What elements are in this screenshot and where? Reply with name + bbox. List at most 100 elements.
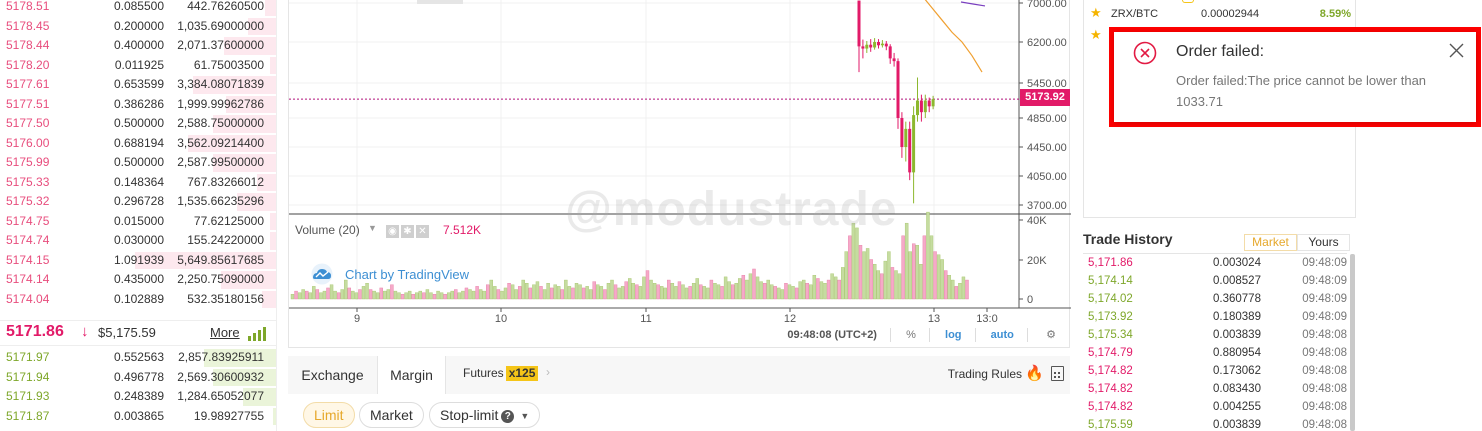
chart-canvas[interactable]: 7000.006200.005450.004850.004450.004050.… — [289, 0, 1071, 348]
market-symbol[interactable]: ZRX/BTC — [1111, 8, 1158, 20]
candle-body — [908, 128, 912, 173]
tab-margin[interactable]: Margin — [377, 356, 446, 394]
ask-row[interactable]: 5178.44 0.400000 2,071.37600000 — [0, 36, 276, 56]
volume-bar — [777, 287, 781, 300]
chevron-down-icon[interactable]: ▼ — [368, 223, 377, 233]
volume-bar — [809, 284, 813, 300]
volume-bar — [716, 284, 721, 300]
order-type-market[interactable]: Market — [359, 402, 424, 428]
candle-body — [861, 46, 865, 49]
chevron-down-icon[interactable]: ▼ — [520, 404, 529, 428]
volume-indicator-label[interactable]: Volume (20) — [295, 223, 360, 237]
ask-row[interactable]: 5174.75 0.015000 77.62125000 — [0, 212, 276, 232]
order-total: 77.62125000 — [193, 213, 264, 228]
volume-bar — [578, 284, 582, 300]
order-type-limit[interactable]: Limit — [303, 402, 355, 428]
volume-bar — [425, 289, 430, 300]
close-icon[interactable] — [1448, 42, 1465, 59]
volume-bar — [574, 283, 579, 300]
depth-bar — [270, 232, 276, 250]
scrollbar[interactable] — [1350, 254, 1355, 431]
tab-futures[interactable]: Futures x125 — [463, 366, 539, 381]
close-icon[interactable]: ✕ — [416, 225, 429, 238]
calculator-icon[interactable] — [1051, 366, 1064, 381]
auto-scale-toggle[interactable]: auto — [991, 323, 1014, 347]
volume-bar — [766, 279, 770, 300]
volume-bar — [415, 292, 419, 300]
ask-row[interactable]: 5178.51 0.085500 442.76260500 — [0, 0, 276, 17]
volume-bar — [684, 287, 689, 300]
ask-row[interactable]: 5178.20 0.011925 61.75003500 — [0, 56, 276, 76]
volume-value: 7.512K — [443, 223, 482, 237]
futures-label: Futures — [463, 366, 504, 380]
volume-bar — [720, 286, 724, 300]
trading-rules-link[interactable]: Trading Rules — [948, 367, 1022, 381]
ask-row[interactable]: 5175.32 0.296728 1,535.66235296 — [0, 192, 276, 212]
ask-row[interactable]: 5177.50 0.500000 2,588.75000000 — [0, 114, 276, 134]
help-icon[interactable]: ? — [501, 409, 515, 423]
order-amount: 0.296728 — [113, 194, 164, 208]
last-price: 5171.86 — [6, 323, 64, 340]
chevron-right-icon[interactable]: › — [546, 365, 550, 379]
ask-row[interactable]: 5174.74 0.030000 155.24220000 — [0, 231, 276, 251]
more-link[interactable]: More — [210, 325, 240, 340]
percent-scale-toggle[interactable]: % — [906, 323, 916, 347]
log-scale-toggle[interactable]: log — [945, 323, 962, 347]
ask-row[interactable]: 5177.51 0.386286 1,999.99962786 — [0, 95, 276, 115]
volume-bar — [528, 287, 533, 300]
ask-row[interactable]: 5174.14 0.435000 2,250.75090000 — [0, 270, 276, 290]
volume-bar — [912, 243, 916, 300]
order-price: 5171.97 — [6, 350, 50, 364]
volume-bar — [929, 235, 934, 300]
volume-bar — [290, 294, 295, 300]
star-icon[interactable]: ★ — [1090, 5, 1102, 21]
volume-bar — [830, 273, 834, 300]
candle-body — [912, 115, 916, 173]
error-circle-icon — [1133, 41, 1157, 65]
bid-row[interactable]: 5171.97 0.552563 2,857.83925911 — [0, 348, 276, 368]
history-filter-market[interactable]: Market — [1244, 234, 1297, 251]
ask-row[interactable]: 5178.45 0.200000 1,035.69000000 — [0, 17, 276, 37]
volume-bar — [489, 279, 494, 300]
volume-bar — [305, 290, 309, 300]
volume-bar — [631, 283, 635, 300]
trade-history-row: 5,173.92 0.180389 09:48:09 — [1083, 308, 1347, 326]
star-icon[interactable]: ★ — [1090, 27, 1102, 43]
volume-bar — [798, 281, 802, 300]
settings-gear-icon[interactable]: ⚙ — [1043, 323, 1059, 347]
star-icon[interactable] — [1182, 0, 1194, 3]
tab-exchange[interactable]: Exchange — [288, 356, 377, 394]
volume-bar — [422, 292, 426, 300]
tradingview-link[interactable]: Chart by TradingView — [345, 267, 469, 282]
price-chart[interactable]: 7000.00 6200.00 5450.00 4850.00 4450.00 4050.… — [288, 0, 1071, 348]
trade-history-title: Trade History — [1083, 231, 1173, 247]
signal-bars-icon[interactable] — [248, 327, 266, 341]
order-type-stop-limit[interactable]: Stop-limit? ▼ — [429, 402, 541, 428]
bid-row[interactable]: 5171.87 0.003865 19.98927755 — [0, 407, 276, 427]
stop-limit-label: Stop-limit — [440, 407, 499, 423]
ask-row[interactable]: 5175.33 0.148364 767.83266012 — [0, 173, 276, 193]
eye-icon[interactable]: ◉ — [386, 225, 399, 238]
volume-bar — [585, 286, 589, 300]
volume-bar — [841, 267, 845, 300]
volume-bar — [660, 286, 664, 300]
ask-row[interactable]: 5177.61 0.653599 3,384.08071839 — [0, 75, 276, 95]
ask-row[interactable]: 5176.00 0.688194 3,562.09214400 — [0, 134, 276, 154]
depth-bar — [270, 212, 276, 230]
ask-row[interactable]: 5174.15 1.091939 5,649.85617685 — [0, 251, 276, 271]
trade-form: Exchange Margin Futures x125 › Trading Ru… — [288, 356, 1070, 431]
history-filter-yours[interactable]: Yours — [1297, 234, 1350, 251]
volume-bar — [642, 276, 646, 300]
ask-row[interactable]: 5175.99 0.500000 2,587.99500000 — [0, 153, 276, 173]
volume-bar — [713, 283, 717, 300]
candle-body — [888, 46, 892, 59]
order-total: 532.35180156 — [187, 291, 264, 306]
gear-icon[interactable]: ✱ — [401, 225, 414, 238]
ask-row[interactable]: 5174.04 0.102889 532.35180156 — [0, 290, 276, 310]
bid-row[interactable]: 5171.94 0.496778 2,569.30600932 — [0, 368, 276, 388]
volume-bar — [944, 270, 948, 300]
volume-bar — [770, 284, 774, 300]
trade-time: 09:48:08 — [1302, 365, 1347, 377]
bid-row[interactable]: 5171.93 0.248389 1,284.65052077 — [0, 387, 276, 407]
volume-bar — [635, 284, 639, 300]
